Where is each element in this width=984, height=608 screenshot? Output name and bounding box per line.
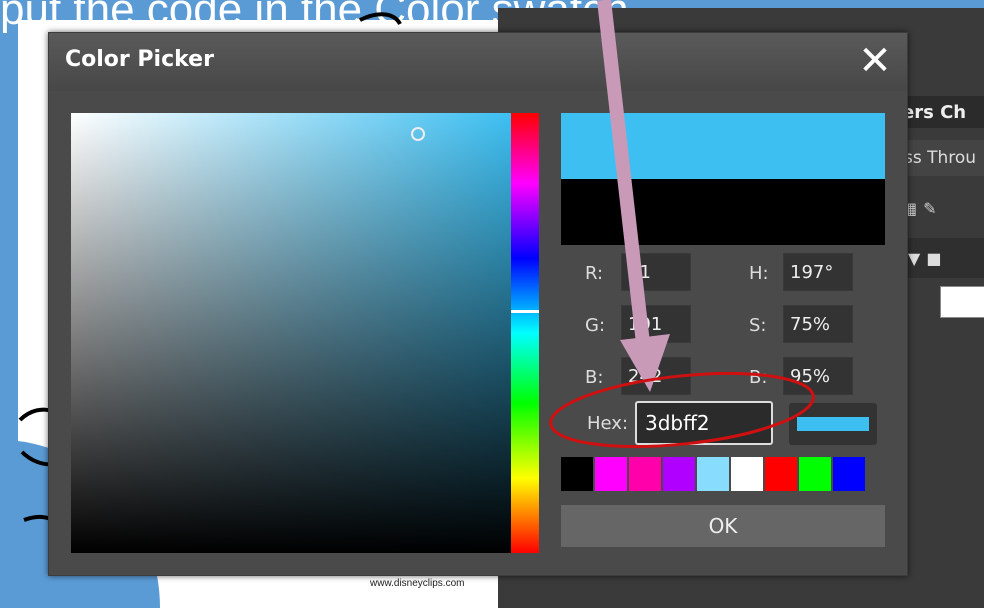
expand-triangle-icon[interactable]: ▼ xyxy=(908,249,920,268)
g-label: G: xyxy=(585,315,606,336)
color-swatch[interactable] xyxy=(697,457,729,491)
color-cursor[interactable] xyxy=(411,127,425,141)
r-input[interactable]: 61 xyxy=(621,253,691,291)
s-label: S: xyxy=(749,315,767,336)
h-label: H: xyxy=(749,263,769,284)
lock-controls[interactable]: ▦ ✎ xyxy=(898,188,984,228)
r-label: R: xyxy=(585,263,604,284)
color-swatch[interactable] xyxy=(561,457,593,491)
close-button[interactable]: ✕ xyxy=(853,39,897,83)
color-swatch[interactable] xyxy=(663,457,695,491)
color-picker-dialog: Color Picker ✕ R: 61 G: 191 B: 242 H: 19… xyxy=(48,32,908,576)
dialog-header: Color Picker ✕ xyxy=(49,33,907,91)
hue-slider[interactable] xyxy=(511,113,539,553)
g-input[interactable]: 191 xyxy=(621,305,691,343)
color-swatch[interactable] xyxy=(731,457,763,491)
color-swatch[interactable] xyxy=(833,457,865,491)
h-input[interactable]: 197° xyxy=(783,253,853,291)
image-credit: www.disneyclips.com xyxy=(370,578,465,589)
hex-label: Hex: xyxy=(587,413,629,434)
saturation-value-field[interactable] xyxy=(71,113,511,553)
brightness-label: B: xyxy=(749,367,768,388)
layer-group-row[interactable]: ▼ ■ xyxy=(898,238,984,278)
new-color-preview xyxy=(561,113,885,179)
ok-button[interactable]: OK xyxy=(561,505,885,547)
hex-input[interactable]: 3dbff2 xyxy=(635,401,773,445)
blend-mode-select[interactable]: ss Throu xyxy=(898,140,984,176)
layer-thumbnail[interactable] xyxy=(940,286,984,318)
color-swatch[interactable] xyxy=(765,457,797,491)
color-swatch[interactable] xyxy=(629,457,661,491)
dialog-title: Color Picker xyxy=(65,47,214,72)
hex-color-preview-fill xyxy=(797,417,869,431)
hue-slider-handle[interactable] xyxy=(511,310,539,313)
b-input[interactable]: 242 xyxy=(621,357,691,395)
hex-color-preview xyxy=(789,403,877,445)
folder-icon: ■ xyxy=(926,248,942,268)
preset-swatches xyxy=(561,457,865,491)
panel-tab-label[interactable]: ers Ch xyxy=(902,102,966,123)
old-color-preview[interactable] xyxy=(561,179,885,245)
b-label: B: xyxy=(585,367,604,388)
brush-lock-icon[interactable]: ✎ xyxy=(923,199,936,218)
color-swatch[interactable] xyxy=(799,457,831,491)
brightness-input[interactable]: 95% xyxy=(783,357,853,395)
s-input[interactable]: 75% xyxy=(783,305,853,343)
layers-panel-tabs[interactable]: ers Ch xyxy=(898,96,984,128)
color-swatch[interactable] xyxy=(595,457,627,491)
